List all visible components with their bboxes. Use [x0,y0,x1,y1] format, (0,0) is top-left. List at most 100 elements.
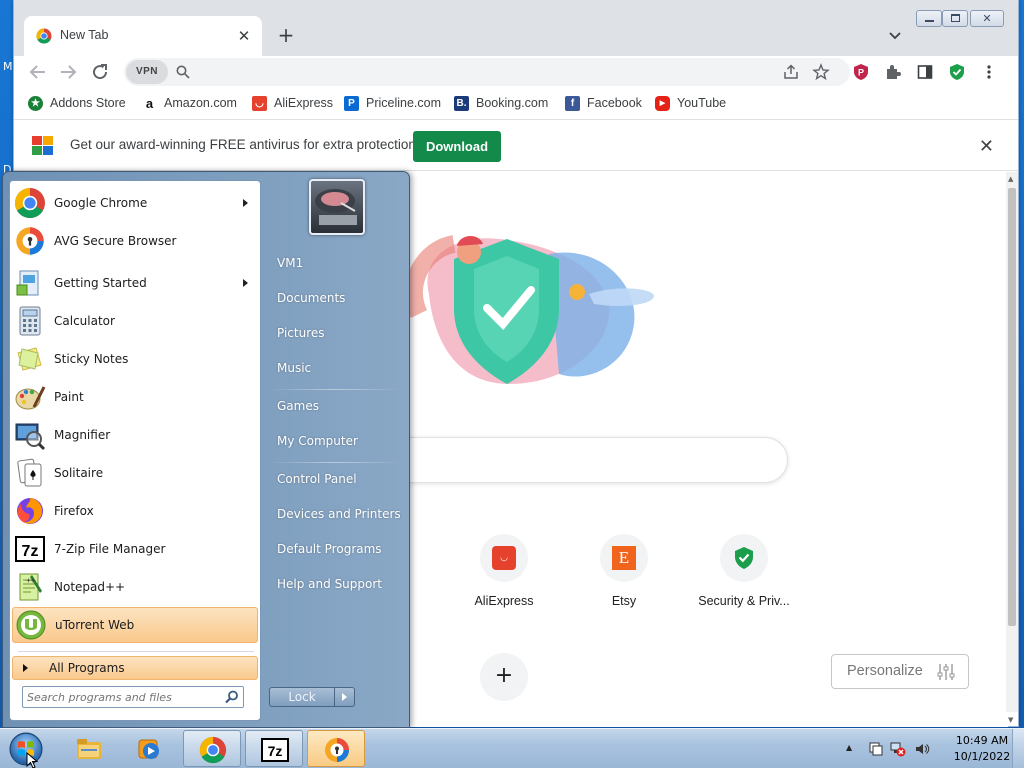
side-panel-icon[interactable] [916,63,934,81]
explorer-icon [77,739,101,759]
show-hidden-icons-arrow[interactable]: ▲ [846,743,852,752]
start-link-control-panel[interactable]: Control Panel [277,472,357,486]
start-link-help-and-support[interactable]: Help and Support [277,577,382,591]
program-item-magnifier[interactable]: Magnifier [12,417,258,453]
priceline-icon: P [344,95,359,111]
start-link-vm1[interactable]: VM1 [277,256,303,270]
program-item-sticky-notes[interactable]: Sticky Notes [12,341,258,377]
page-scrollbar[interactable]: ▲ ▼ [1006,172,1018,724]
security-extension-icon[interactable] [948,63,966,81]
close-icon[interactable]: ✕ [979,136,994,157]
shortcut-security-privacy[interactable]: Security & Priv... [688,534,800,608]
taskbar-chrome[interactable] [183,730,241,767]
divider [18,651,254,652]
taskbar-explorer[interactable] [60,730,118,767]
action-center-flag-icon[interactable] [868,741,884,757]
maximize-button[interactable] [942,10,968,27]
start-menu-places-pane: VM1 Documents Pictures Music Games My Compute… [261,172,409,727]
program-label: Calculator [54,314,115,328]
tab-new-tab[interactable]: New Tab ✕ [24,16,262,56]
media-player-icon [138,739,159,759]
reload-button[interactable] [88,60,112,84]
program-item-7-zip-file-manager[interactable]: 7z 7-Zip File Manager [12,531,258,567]
program-label: Magnifier [54,428,111,442]
share-icon[interactable] [782,63,800,81]
program-item-calculator[interactable]: Calculator [12,303,258,339]
submenu-arrow-icon[interactable] [243,279,248,287]
personalize-button[interactable]: Personalize [831,654,969,689]
search-icon[interactable] [225,690,239,704]
bookmark-star-icon[interactable] [812,63,830,81]
program-item-utorrent-web[interactable]: uTorrent Web [12,607,258,643]
close-window-button[interactable]: ✕ [970,10,1004,27]
back-button[interactable] [26,60,50,84]
bookmark-priceline[interactable]: P Priceline.com [344,95,441,111]
address-input[interactable] [200,62,760,82]
taskbar-avg-browser[interactable] [307,730,365,767]
submenu-arrow-icon[interactable] [243,199,248,207]
program-item-getting-started[interactable]: Getting Started [12,265,258,301]
youtube-icon: ▶ [655,95,670,111]
program-item-avg-secure-browser[interactable]: AVG Secure Browser [12,223,258,259]
bookmark-amazon[interactable]: a Amazon.com [142,95,237,111]
search-icon [176,65,190,79]
show-desktop-button[interactable] [1012,729,1024,768]
bookmark-youtube[interactable]: ▶ YouTube [655,95,726,111]
scrollbar-thumb[interactable] [1008,188,1016,626]
address-bar[interactable]: VPN [124,58,850,86]
system-clock[interactable]: 10:49 AM 10/1/2022 [942,733,1022,765]
shortcut-aliexpress[interactable]: ◡ AliExpress [448,534,560,608]
taskbar-media-player[interactable] [120,730,178,767]
chrome-icon [36,28,52,44]
bookmark-addons-store[interactable]: ★ Addons Store [28,95,126,111]
start-search-field[interactable] [22,686,244,708]
clock-date: 10/1/2022 [953,750,1011,763]
search-box[interactable] [344,437,788,483]
add-shortcut-button[interactable]: + [480,653,528,701]
bookmark-aliexpress[interactable]: ◡ AliExpress [252,95,333,111]
program-item-firefox[interactable]: Firefox [12,493,258,529]
taskbar-7zip[interactable]: 7z [245,730,303,767]
booking-icon: B. [454,95,469,111]
bookmark-facebook[interactable]: f Facebook [565,95,642,111]
download-button[interactable]: Download [413,131,501,162]
aliexpress-icon: ◡ [480,534,528,582]
start-link-music[interactable]: Music [277,361,311,375]
bookmark-booking[interactable]: B. Booking.com [454,95,548,111]
start-link-documents[interactable]: Documents [277,291,345,305]
user-avatar[interactable] [309,179,365,235]
start-search-input[interactable] [27,689,217,705]
start-link-default-programs[interactable]: Default Programs [277,542,382,556]
shortcut-label: AliExpress [474,594,534,608]
all-programs-button[interactable]: All Programs [12,656,258,680]
start-button[interactable] [6,730,46,768]
start-link-devices-and-printers[interactable]: Devices and Printers [277,507,401,521]
chevron-down-icon[interactable] [886,26,904,44]
extensions-puzzle-icon[interactable] [884,63,902,81]
close-tab-icon[interactable]: ✕ [234,26,254,46]
program-item-solitaire[interactable]: Solitaire [12,455,258,491]
new-tab-button[interactable]: + [274,24,298,48]
program-label: Notepad++ [54,580,126,594]
lock-button[interactable]: Lock [269,687,335,707]
start-link-games[interactable]: Games [277,399,319,413]
network-icon[interactable] [890,741,906,757]
program-item-google-chrome[interactable]: Google Chrome [12,185,258,221]
kebab-menu-icon[interactable] [980,63,998,81]
forward-button[interactable] [56,60,80,84]
program-label: AVG Secure Browser [54,234,177,248]
vpn-button[interactable]: VPN [126,60,168,84]
shortcut-etsy[interactable]: E Etsy [568,534,680,608]
program-item-paint[interactable]: Paint [12,379,258,415]
start-link-my-computer[interactable]: My Computer [277,434,358,448]
volume-icon[interactable] [914,741,930,757]
start-link-pictures[interactable]: Pictures [277,326,325,340]
security-shield-icon [720,534,768,582]
shutdown-options-arrow[interactable] [335,687,355,707]
notification-area: ▲ 10:49 AM 10/1/2022 [842,729,1024,768]
minimize-button[interactable] [916,10,942,27]
scroll-down-arrow[interactable]: ▼ [1008,716,1013,724]
program-item-notepad[interactable]: ++ Notepad++ [12,569,258,605]
password-manager-extension-icon[interactable]: P [852,63,870,81]
scroll-up-arrow[interactable]: ▲ [1008,175,1013,183]
